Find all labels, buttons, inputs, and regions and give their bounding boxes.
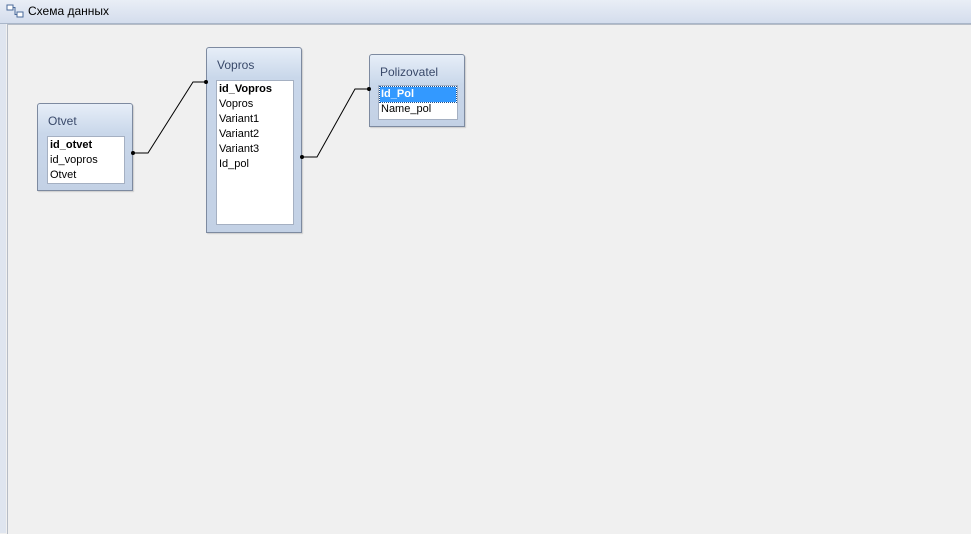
field-name-pol[interactable]: Name_pol bbox=[380, 102, 456, 117]
table-polizovatel[interactable]: Polizovatel Id_Pol Name_pol bbox=[369, 54, 465, 127]
tab-title: Схема данных bbox=[28, 4, 110, 18]
field-variant3[interactable]: Variant3 bbox=[218, 142, 292, 157]
field-otvet[interactable]: Otvet bbox=[49, 168, 123, 183]
table-polizovatel-title: Polizovatel bbox=[380, 65, 439, 79]
field-variant2[interactable]: Variant2 bbox=[218, 127, 292, 142]
table-polizovatel-field-list[interactable]: Id_Pol Name_pol bbox=[378, 85, 458, 120]
field-id-vopros[interactable]: id_vopros bbox=[49, 153, 123, 168]
field-id-vopros-pk[interactable]: id_Vopros bbox=[218, 82, 292, 97]
relationship-canvas[interactable] bbox=[7, 24, 971, 534]
field-id-pol[interactable]: Id_pol bbox=[218, 157, 292, 172]
table-vopros[interactable]: Vopros id_Vopros Vopros Variant1 Variant… bbox=[206, 47, 302, 233]
field-variant1[interactable]: Variant1 bbox=[218, 112, 292, 127]
table-vopros-field-list[interactable]: id_Vopros Vopros Variant1 Variant2 Varia… bbox=[216, 80, 294, 225]
table-otvet[interactable]: Otvet id_otvet id_vopros Otvet bbox=[37, 103, 133, 191]
table-otvet-title: Otvet bbox=[48, 114, 77, 128]
document-tab[interactable]: Схема данных bbox=[0, 0, 971, 24]
field-id-pol-pk[interactable]: Id_Pol bbox=[379, 86, 457, 103]
window-edge bbox=[0, 24, 6, 533]
relationships-icon bbox=[6, 4, 24, 18]
field-vopros[interactable]: Vopros bbox=[218, 97, 292, 112]
table-vopros-title: Vopros bbox=[217, 58, 255, 72]
field-id-otvet[interactable]: id_otvet bbox=[49, 138, 123, 153]
table-otvet-field-list[interactable]: id_otvet id_vopros Otvet bbox=[47, 136, 125, 184]
